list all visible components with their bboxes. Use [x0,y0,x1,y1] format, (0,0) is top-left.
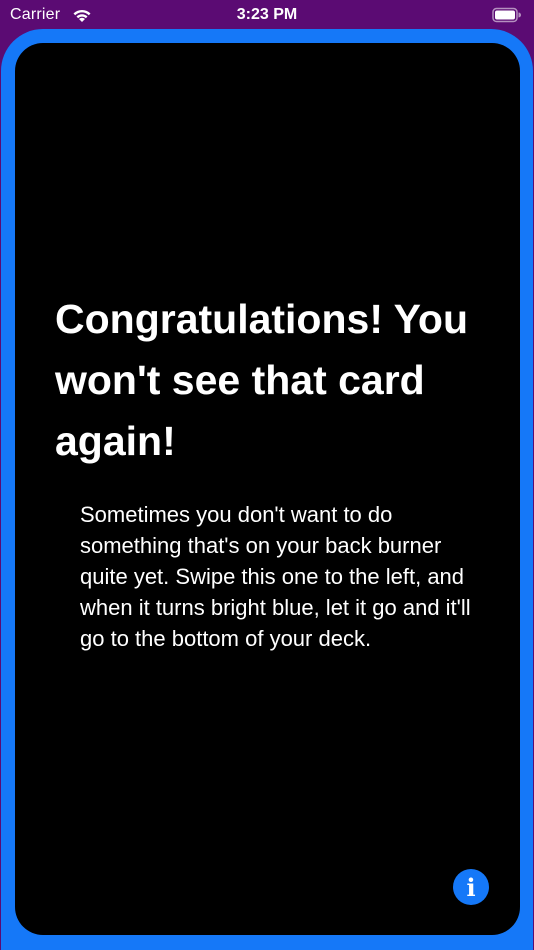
card-body: Sometimes you don't want to do something… [80,502,471,651]
app-screen: Carrier 3:23 PM Congratulations! You won… [0,0,534,950]
swipe-card[interactable]: Congratulations! You won't see that card… [15,43,520,935]
status-bar: Carrier 3:23 PM [0,0,534,30]
battery-icon [492,7,522,23]
info-button[interactable]: i [453,869,489,905]
status-time: 3:23 PM [236,6,298,23]
card-border[interactable]: Congratulations! You won't see that card… [1,29,533,950]
info-icon: i [466,872,476,902]
card-title: Congratulations! You won't see that card… [55,296,469,464]
